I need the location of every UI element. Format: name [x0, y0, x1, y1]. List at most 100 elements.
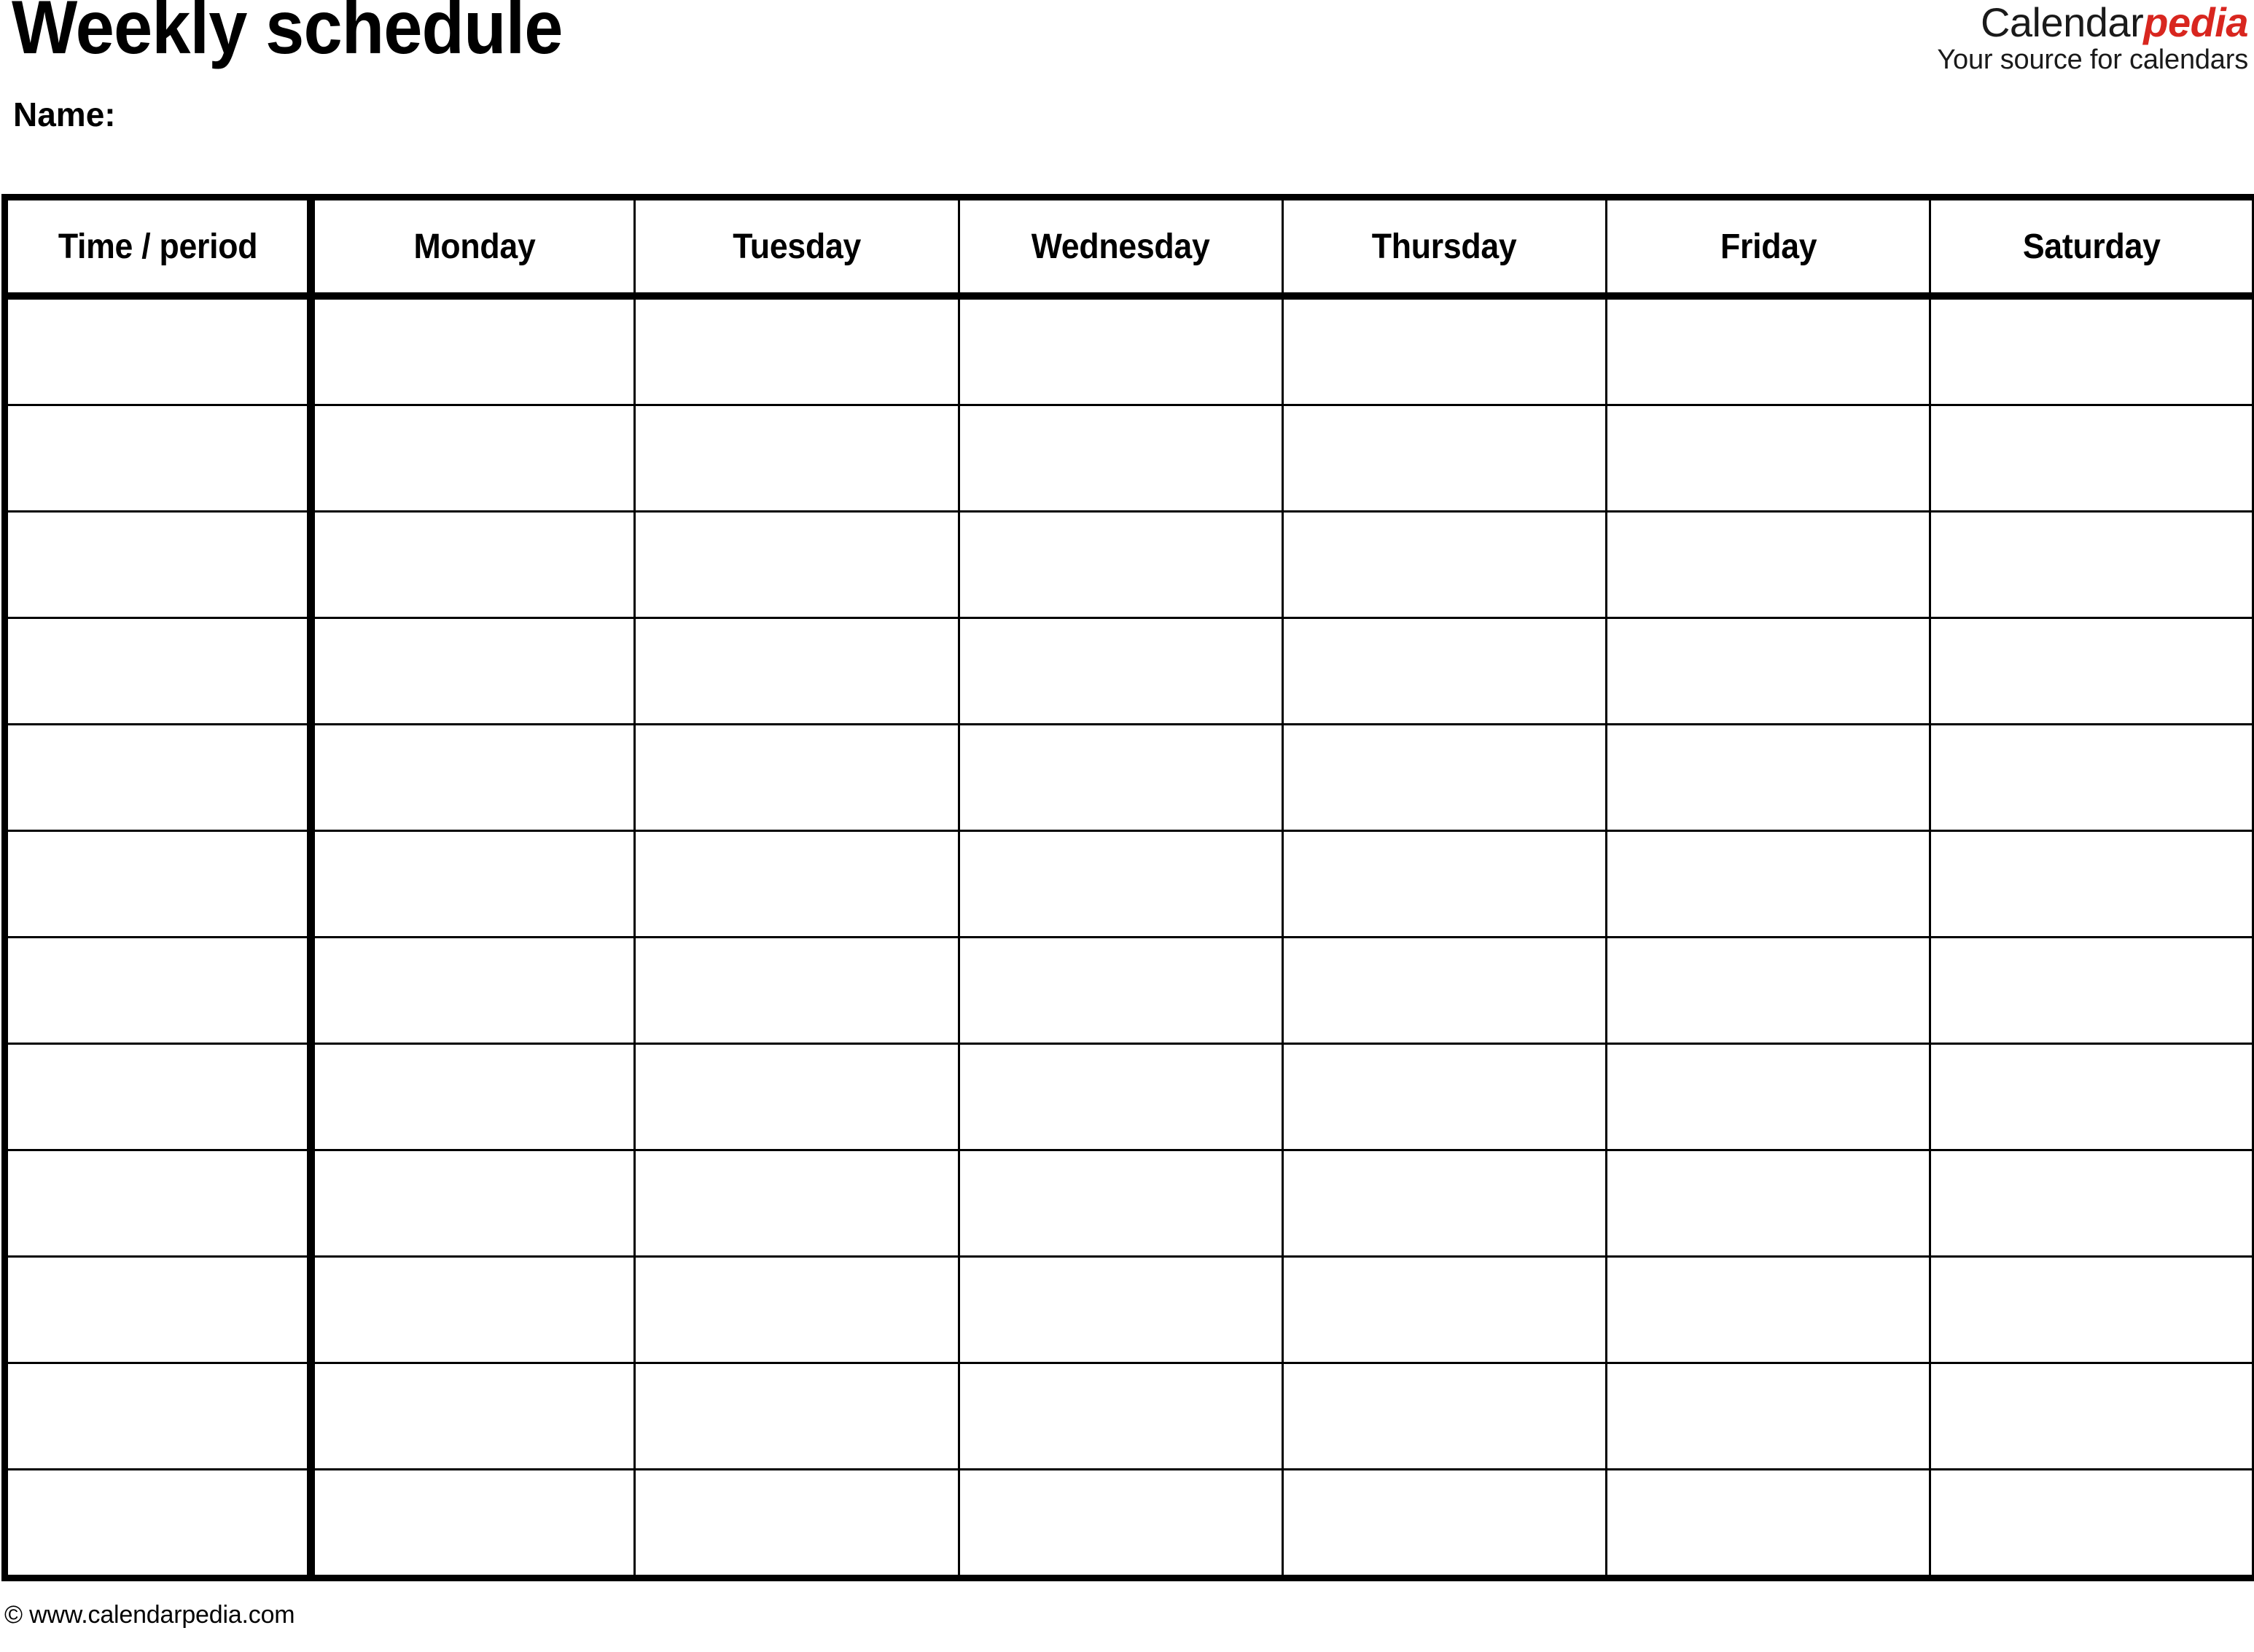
schedule-cell[interactable]	[1605, 1362, 1932, 1470]
schedule-cell[interactable]	[633, 510, 960, 619]
schedule-cell-time-period[interactable]	[1, 404, 315, 513]
table-row	[1, 510, 2254, 619]
schedule-cell[interactable]	[957, 295, 1284, 406]
schedule-cell-time-period[interactable]	[1, 1468, 315, 1581]
schedule-cell[interactable]	[1929, 1149, 2254, 1258]
schedule-cell[interactable]	[309, 1255, 636, 1364]
schedule-cell[interactable]	[1929, 617, 2254, 725]
schedule-cell[interactable]	[1605, 617, 1932, 725]
brand-tagline: Your source for calendars	[1937, 44, 2248, 75]
table-row	[1, 1043, 2254, 1151]
schedule-cell[interactable]	[1929, 404, 2254, 513]
schedule-cell[interactable]	[309, 1043, 636, 1151]
table-header: Time / period Monday Tuesday Wednesday T…	[5, 194, 2254, 300]
schedule-cell[interactable]	[633, 1149, 960, 1258]
table-row	[1, 404, 2254, 513]
schedule-cell[interactable]	[1929, 510, 2254, 619]
schedule-cell[interactable]	[1281, 936, 1608, 1045]
schedule-cell[interactable]	[633, 723, 960, 832]
schedule-cell[interactable]	[957, 1255, 1284, 1364]
schedule-cell[interactable]	[1605, 936, 1932, 1045]
schedule-cell[interactable]	[1281, 1362, 1608, 1470]
schedule-cell[interactable]	[1281, 617, 1608, 725]
brand-wordmark-calendar: Calendar	[1980, 0, 2144, 45]
schedule-cell[interactable]	[633, 1043, 960, 1151]
schedule-cell[interactable]	[957, 1362, 1284, 1470]
schedule-cell[interactable]	[309, 617, 636, 725]
schedule-cell-time-period[interactable]	[1, 510, 315, 619]
schedule-cell[interactable]	[1929, 1468, 2254, 1581]
schedule-cell[interactable]	[1281, 404, 1608, 513]
weekly-schedule-table: Time / period Monday Tuesday Wednesday T…	[1, 194, 2254, 1581]
schedule-cell-time-period[interactable]	[1, 723, 315, 832]
schedule-cell-time-period[interactable]	[1, 936, 315, 1045]
schedule-cell[interactable]	[1281, 723, 1608, 832]
schedule-cell-time-period[interactable]	[1, 1043, 315, 1151]
schedule-cell[interactable]	[1929, 1362, 2254, 1470]
page-title: Weekly schedule	[12, 0, 563, 70]
schedule-cell[interactable]	[1605, 1255, 1932, 1364]
column-header-wednesday: Wednesday	[969, 194, 1273, 300]
schedule-cell[interactable]	[633, 295, 960, 406]
schedule-cell-time-period[interactable]	[1, 1255, 315, 1364]
schedule-cell[interactable]	[1605, 1149, 1932, 1258]
schedule-cell[interactable]	[309, 723, 636, 832]
schedule-cell[interactable]	[633, 1255, 960, 1364]
schedule-cell[interactable]	[633, 830, 960, 938]
schedule-cell[interactable]	[1281, 510, 1608, 619]
schedule-cell[interactable]	[309, 1468, 636, 1581]
schedule-cell[interactable]	[1281, 1149, 1608, 1258]
schedule-cell[interactable]	[633, 404, 960, 513]
schedule-cell[interactable]	[957, 1468, 1284, 1581]
schedule-cell[interactable]	[1605, 723, 1932, 832]
schedule-cell[interactable]	[309, 936, 636, 1045]
schedule-cell[interactable]	[633, 1468, 960, 1581]
schedule-cell[interactable]	[1281, 295, 1608, 406]
schedule-cell-time-period[interactable]	[1, 830, 315, 938]
schedule-cell[interactable]	[309, 1149, 636, 1258]
schedule-cell[interactable]	[1929, 830, 2254, 938]
column-header-friday: Friday	[1616, 194, 1920, 300]
schedule-cell-time-period[interactable]	[1, 295, 315, 406]
schedule-cell[interactable]	[1281, 1255, 1608, 1364]
schedule-cell[interactable]	[1929, 295, 2254, 406]
schedule-cell[interactable]	[1929, 1043, 2254, 1151]
schedule-cell[interactable]	[309, 830, 636, 938]
schedule-cell[interactable]	[957, 936, 1284, 1045]
table-body	[1, 295, 2254, 1581]
calendarpedia-logo: Calendarpedia Your source for calendars	[1937, 1, 2248, 74]
schedule-cell[interactable]	[957, 617, 1284, 725]
schedule-cell[interactable]	[1605, 510, 1932, 619]
schedule-cell[interactable]	[957, 404, 1284, 513]
table-row	[1, 830, 2254, 938]
schedule-cell[interactable]	[1929, 936, 2254, 1045]
schedule-cell[interactable]	[309, 1362, 636, 1470]
schedule-cell[interactable]	[1281, 1043, 1608, 1151]
schedule-cell[interactable]	[633, 936, 960, 1045]
schedule-cell[interactable]	[957, 830, 1284, 938]
schedule-cell-time-period[interactable]	[1, 1362, 315, 1470]
schedule-cell-time-period[interactable]	[1, 1149, 315, 1258]
schedule-cell[interactable]	[309, 510, 636, 619]
schedule-cell[interactable]	[1605, 830, 1932, 938]
schedule-cell[interactable]	[1281, 1468, 1608, 1581]
schedule-cell[interactable]	[1605, 404, 1932, 513]
schedule-cell[interactable]	[1605, 295, 1932, 406]
schedule-cell[interactable]	[309, 295, 636, 406]
schedule-cell[interactable]	[1929, 1255, 2254, 1364]
schedule-cell[interactable]	[1281, 830, 1608, 938]
schedule-cell[interactable]	[957, 510, 1284, 619]
schedule-cell[interactable]	[1605, 1043, 1932, 1151]
schedule-cell[interactable]	[1605, 1468, 1932, 1581]
schedule-cell[interactable]	[1929, 723, 2254, 832]
table-row	[1, 1362, 2254, 1470]
schedule-cell[interactable]	[633, 1362, 960, 1470]
table-row	[1, 617, 2254, 725]
table-row	[1, 1468, 2254, 1581]
schedule-cell-time-period[interactable]	[1, 617, 315, 725]
schedule-cell[interactable]	[957, 1043, 1284, 1151]
schedule-cell[interactable]	[633, 617, 960, 725]
schedule-cell[interactable]	[957, 1149, 1284, 1258]
schedule-cell[interactable]	[957, 723, 1284, 832]
schedule-cell[interactable]	[309, 404, 636, 513]
